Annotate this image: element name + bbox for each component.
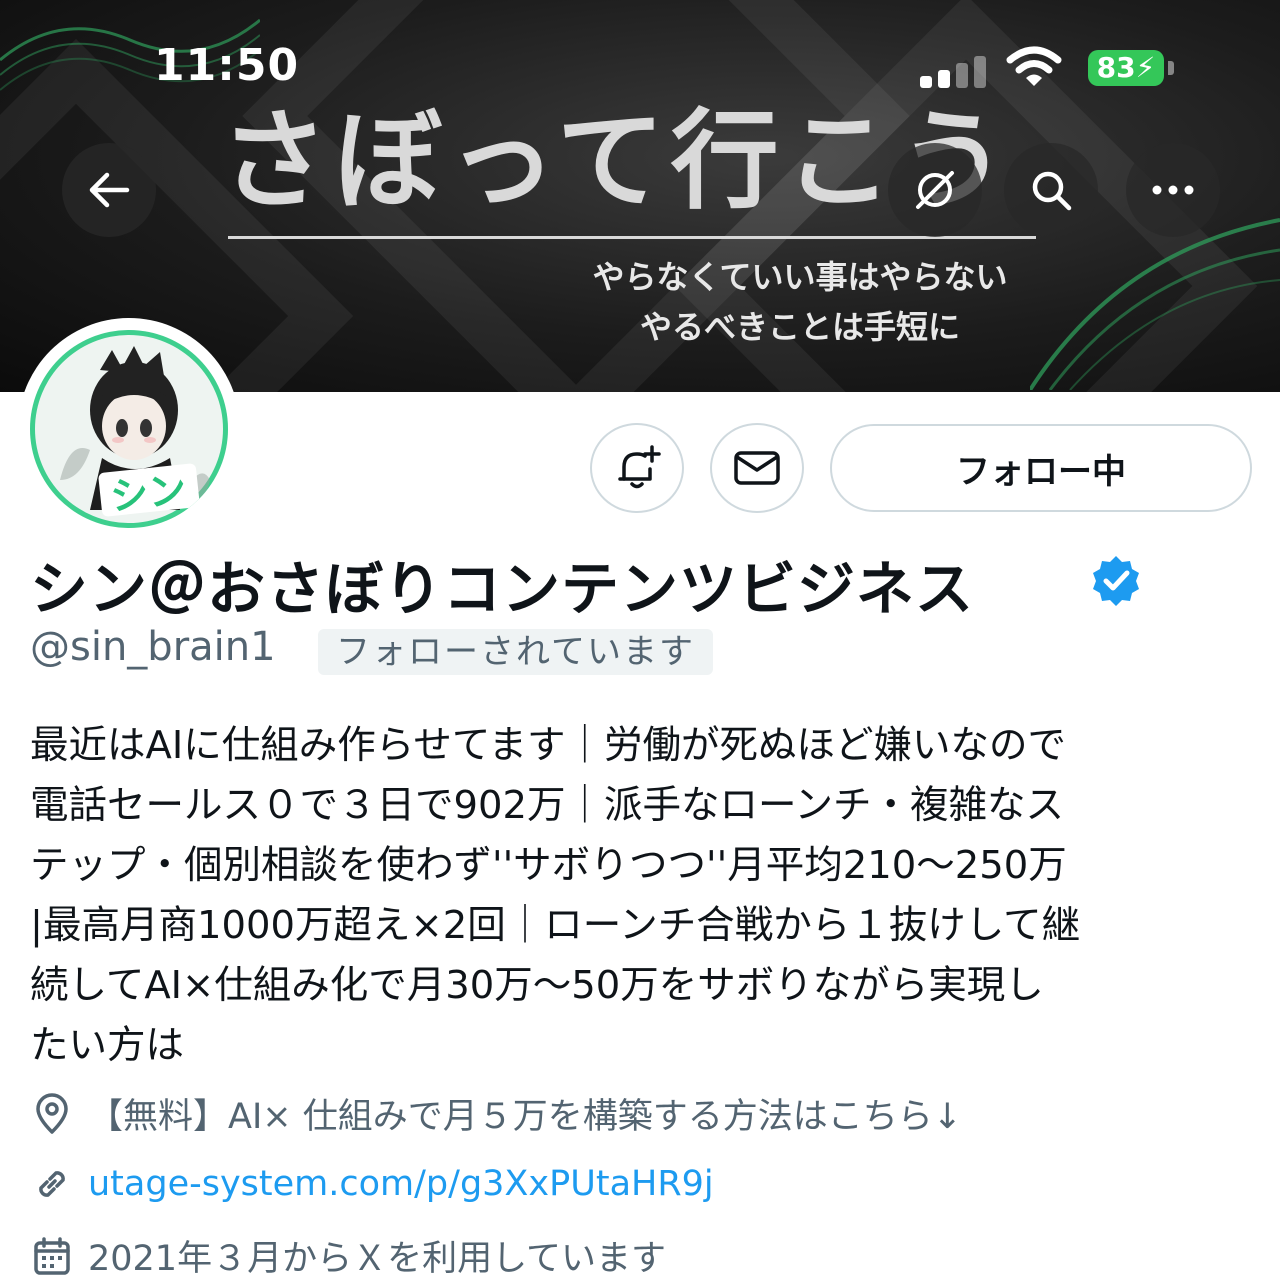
- status-time: 11:50: [154, 40, 300, 91]
- calendar-icon: [34, 1236, 70, 1275]
- grok-icon: [916, 171, 954, 209]
- username-handle: @sin_brain1: [30, 624, 276, 670]
- display-name: シン＠おさぼりコンテンツビジネス: [30, 555, 975, 623]
- wifi-icon: [1006, 46, 1062, 86]
- avatar-illustration: シン: [60, 346, 210, 519]
- avatar[interactable]: シン: [30, 330, 228, 528]
- verified-badge-icon[interactable]: [1088, 553, 1144, 609]
- website-link[interactable]: utage-system.com/p/g3XxPUtaHR9j: [88, 1164, 714, 1204]
- link-icon: [39, 1171, 65, 1197]
- search-icon: [1032, 171, 1072, 211]
- bio-line: テップ・個別相談を使わず''サボりつつ''月平均210〜250万: [30, 843, 1067, 888]
- banner-subtitle-line-1: やらなくていい事はやらない: [592, 258, 1008, 296]
- bio-line: 続してAI×仕組み化で月30万〜50万をサボりながら実現し: [30, 963, 1044, 1008]
- location-pin-icon: [36, 1092, 68, 1134]
- avatar-frame[interactable]: シン: [18, 318, 240, 540]
- envelope-icon: [734, 451, 780, 485]
- following-button[interactable]: フォロー中: [830, 424, 1252, 512]
- bio-line: |最高月商1000万超え×2回｜ローンチ合戦から１抜けして継: [30, 903, 1081, 948]
- location-text: 【無料】AI× 仕組みで月５万を構築する方法はこちら↓: [88, 1097, 963, 1137]
- bio-line: 最近はAIに仕組み作らせてます｜労働が死ぬほど嫌いなので: [30, 723, 1066, 768]
- message-button[interactable]: [710, 423, 804, 513]
- back-button[interactable]: [62, 143, 156, 237]
- follows-you-badge: フォローされています: [318, 629, 713, 675]
- bio-line: たい方は: [30, 1023, 185, 1068]
- notifications-button[interactable]: [590, 423, 684, 513]
- grok-button[interactable]: [888, 143, 982, 237]
- cellular-signal-icon: [920, 56, 990, 88]
- charging-bolt-icon: ⚡: [1135, 51, 1156, 84]
- search-button[interactable]: [1004, 143, 1098, 237]
- profile-join-date: 2021年３月からＸを利用しています: [30, 1230, 666, 1281]
- battery-level: 83: [1096, 51, 1136, 84]
- banner-subtitle-line-2: やるべきことは手短に: [639, 308, 960, 346]
- battery-cap: [1168, 61, 1174, 75]
- more-horizontal-icon: [1152, 185, 1194, 195]
- svg-text:シン: シン: [108, 467, 188, 519]
- bell-plus-icon: [618, 445, 661, 489]
- profile-bio: 最近はAIに仕組み作らせてます｜労働が死ぬほど嫌いなので 電話セールス０で３日で…: [30, 716, 1260, 1076]
- profile-banner[interactable]: さぼって行こう やらなくていい事はやらない やるべきことは手短に 11:50 8…: [0, 0, 1280, 392]
- banner-divider: [228, 236, 1036, 239]
- battery-indicator: 83⚡: [1088, 50, 1164, 86]
- join-date-text: 2021年３月からＸを利用しています: [88, 1239, 667, 1279]
- profile-location: 【無料】AI× 仕組みで月５万を構築する方法はこちら↓: [30, 1088, 962, 1139]
- profile-website[interactable]: utage-system.com/p/g3XxPUtaHR9j: [30, 1162, 714, 1206]
- arrow-left-icon: [89, 172, 130, 208]
- more-button[interactable]: [1126, 143, 1220, 237]
- bio-line: 電話セールス０で３日で902万｜派手なローンチ・複雑なス: [30, 783, 1065, 828]
- banner-subtitle: やらなくていい事はやらない やるべきことは手短に: [520, 252, 1080, 352]
